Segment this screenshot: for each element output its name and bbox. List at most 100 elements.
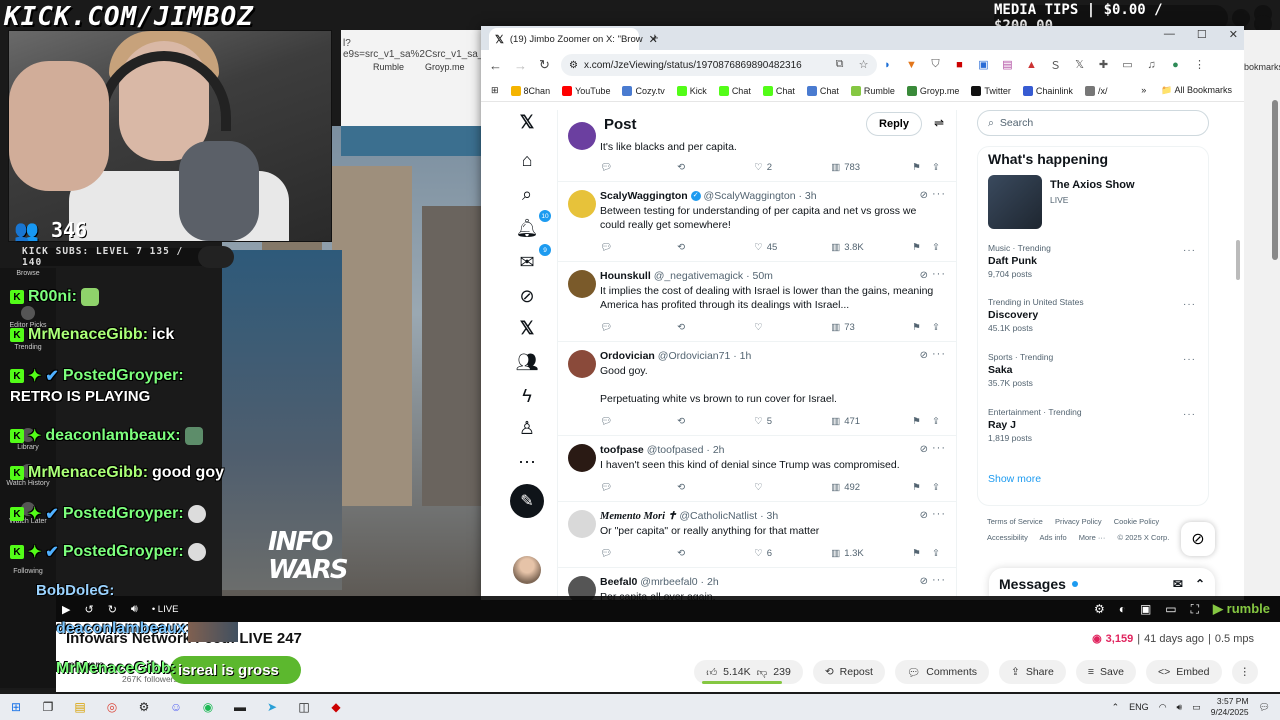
rewind-icon[interactable]: ↺: [84, 603, 93, 616]
task-view-icon[interactable]: ❐: [40, 699, 56, 715]
bookmark-action[interactable]: ⚑: [912, 416, 932, 427]
wifi-icon[interactable]: ◠: [1159, 702, 1167, 713]
more-options-icon[interactable]: ···: [932, 442, 946, 454]
steam-icon[interactable]: ⚙: [136, 699, 152, 715]
pip-icon[interactable]: ▣: [1140, 602, 1151, 616]
trend-item[interactable]: Sports · Trending Saka 35.7K posts ···: [988, 352, 1200, 388]
repost-button[interactable]: ⟲ Repost: [812, 660, 885, 684]
user-handle[interactable]: @mrbeefal0: [640, 576, 697, 588]
address-bar[interactable]: ⚙ x.com/JzeViewing/status/19708768698904…: [561, 54, 877, 76]
like-action[interactable]: ♡: [754, 482, 831, 493]
extension-icon[interactable]: ◗: [881, 58, 894, 71]
bookmark-chainlink[interactable]: Chainlink: [1022, 85, 1073, 96]
reply-action[interactable]: 💬︎: [600, 162, 677, 173]
post-time[interactable]: 3h: [767, 510, 779, 522]
more-options-icon[interactable]: ···: [932, 268, 946, 280]
trend-item[interactable]: Entertainment · Trending Ray J 1,819 pos…: [988, 407, 1200, 443]
install-app-icon[interactable]: ⧉: [833, 58, 846, 71]
trend-more-icon[interactable]: ···: [1183, 409, 1196, 420]
footer-link[interactable]: More ···: [1079, 533, 1106, 542]
trend-more-icon[interactable]: ···: [1183, 299, 1196, 310]
more-options-icon[interactable]: ···: [932, 574, 946, 586]
app-icon[interactable]: ▬: [232, 699, 248, 715]
bookmark-8chan[interactable]: 8Chan: [510, 85, 550, 96]
file-explorer-icon[interactable]: ▤: [72, 699, 88, 715]
search-icon[interactable]: ⌕: [515, 182, 539, 206]
display-name[interactable]: ScalyWaggington: [600, 190, 688, 202]
grok-icon[interactable]: ⊘: [515, 284, 539, 308]
side-nav-browse[interactable]: Browse: [6, 270, 50, 277]
reply-button[interactable]: Reply: [866, 112, 922, 136]
bookmark-action[interactable]: ⚑: [912, 322, 932, 333]
clock[interactable]: 3:57 PM 9/24/2025: [1211, 696, 1249, 718]
user-handle[interactable]: @ScalyWaggington: [704, 190, 796, 202]
compose-post-button[interactable]: ✎: [510, 484, 544, 518]
reply-action[interactable]: 💬︎: [600, 548, 677, 559]
metamask-icon[interactable]: ▼: [905, 58, 918, 71]
reply-post[interactable]: toofpase @toofpased · 2h ⊘ ··· I haven't…: [558, 436, 956, 502]
display-name[interactable]: Beefal0: [600, 576, 637, 588]
bookmark-kick[interactable]: Kick: [676, 85, 707, 96]
repost-action[interactable]: ⟲: [677, 548, 754, 559]
notifications-icon[interactable]: 💬︎: [1259, 702, 1270, 713]
footer-link[interactable]: Cookie Policy: [1114, 517, 1159, 526]
communities-icon[interactable]: 👥︎: [515, 350, 539, 374]
bookmark-star-icon[interactable]: ☆: [857, 58, 870, 71]
axios-live-item[interactable]: The Axios Show LIVE: [988, 175, 1200, 229]
more-circle-icon[interactable]: ⋯: [515, 450, 539, 474]
apps-grid-icon[interactable]: ⊞: [491, 85, 499, 96]
search-input[interactable]: ⌕ Search: [977, 110, 1209, 136]
telegram-icon[interactable]: ➤: [264, 699, 280, 715]
share-action[interactable]: ⇪: [932, 162, 940, 173]
minimize-icon[interactable]: —: [1164, 28, 1175, 41]
notifications-bell-icon[interactable]: 🔔︎ 10: [515, 210, 551, 240]
bookmark-chat[interactable]: Chat: [718, 85, 751, 96]
user-handle[interactable]: @_negativemagick: [654, 270, 743, 282]
spotify-icon[interactable]: ◉: [200, 699, 216, 715]
forward-icon[interactable]: ↻: [108, 603, 117, 616]
grok-explain-icon[interactable]: ⊘: [920, 576, 928, 587]
user-avatar[interactable]: [568, 122, 596, 150]
puzzle-icon[interactable]: ✚: [1097, 58, 1110, 71]
display-name[interactable]: Ordovician: [600, 350, 655, 362]
like-action[interactable]: ♡ 45: [754, 242, 831, 253]
site-info-icon[interactable]: ⚙: [569, 60, 578, 71]
comments-button[interactable]: 💬︎ Comments: [894, 660, 990, 684]
expand-icon[interactable]: ⌃: [1195, 577, 1205, 591]
tray-chevron-icon[interactable]: ⌃: [1112, 702, 1120, 713]
grok-float-button[interactable]: ⊘: [1181, 522, 1215, 556]
bookmark-action[interactable]: ⚑: [912, 162, 932, 173]
repost-action[interactable]: ⟲: [677, 482, 754, 493]
grok-explain-icon[interactable]: ⊘: [920, 444, 928, 455]
forward-icon[interactable]: →: [514, 58, 527, 73]
repost-action[interactable]: ⟲: [677, 242, 754, 253]
user-avatar[interactable]: [568, 510, 596, 538]
app-icon[interactable]: ◫: [296, 699, 312, 715]
reply-post[interactable]: It's like blacks and per capita. 💬︎ ⟲ ♡ 2…: [558, 122, 956, 182]
post-time[interactable]: 50m: [753, 270, 773, 282]
reload-icon[interactable]: ↻: [539, 57, 550, 73]
vote-control[interactable]: 👍︎ 5.14K 👎︎ 239: [694, 660, 803, 684]
more-options-icon[interactable]: ···: [932, 348, 946, 360]
trend-more-icon[interactable]: ···: [1183, 354, 1196, 365]
discord-icon[interactable]: ☺: [168, 699, 184, 715]
grok-explain-icon[interactable]: ⊘: [920, 350, 928, 361]
extension-icon[interactable]: ▣: [977, 58, 990, 71]
views-action[interactable]: ▥ 73: [831, 322, 912, 333]
share-action[interactable]: ⇪: [932, 242, 940, 253]
menu-dots-icon[interactable]: ⋮: [1193, 58, 1206, 71]
messages-envelope-icon[interactable]: ✉ 9: [515, 244, 551, 274]
user-handle[interactable]: @Ordovician71: [658, 350, 731, 362]
views-action[interactable]: ▥ 471: [831, 416, 912, 427]
bookmark-action[interactable]: ⚑: [912, 482, 932, 493]
views-action[interactable]: ▥ 1.3K: [831, 548, 912, 559]
play-icon[interactable]: ▶: [62, 603, 70, 616]
side-nav-following[interactable]: Following: [6, 568, 50, 575]
thumbs-down-icon[interactable]: 👎︎: [757, 666, 768, 679]
share-action[interactable]: ⇪: [932, 548, 940, 559]
user-avatar[interactable]: [568, 350, 596, 378]
bookmark-cozy[interactable]: Cozy.tv: [622, 85, 665, 96]
obs-icon[interactable]: ◆: [328, 699, 344, 715]
tab-x-post[interactable]: 𝕏 (19) Jimbo Zoomer on X: "Brow ✕: [489, 28, 658, 50]
grok-explain-icon[interactable]: ⊘: [920, 510, 928, 521]
